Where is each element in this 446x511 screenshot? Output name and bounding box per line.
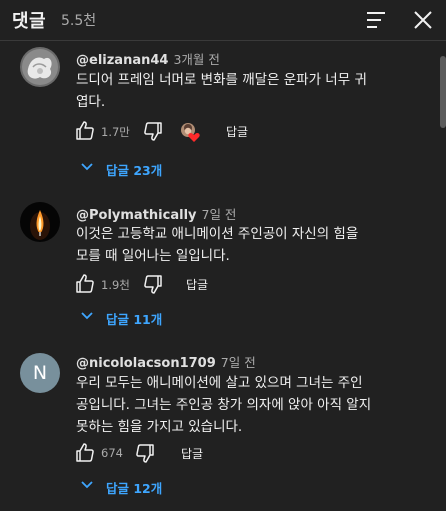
comment-actions: 1.7만 답글 [74, 120, 374, 144]
author-line: @elizanan44 3개월 전 [76, 49, 220, 68]
author-name[interactable]: @Polymathically [76, 208, 197, 223]
comment-actions: 674 답글 [74, 442, 374, 466]
view-replies-button[interactable]: 답글 12개 [80, 476, 190, 496]
view-replies-button[interactable]: 답글 11개 [80, 307, 190, 327]
author-name[interactable]: @elizanan44 [76, 53, 168, 68]
avatar[interactable] [20, 202, 60, 242]
close-icon [414, 11, 432, 29]
avatar-letter: N [32, 362, 48, 384]
reply-button[interactable]: 답글 [181, 445, 203, 462]
avatar[interactable] [20, 47, 60, 87]
comments-header: 댓글 5.5천 [0, 0, 446, 40]
like-button[interactable] [74, 273, 96, 295]
comment-time[interactable]: 7일 전 [202, 207, 237, 222]
chevron-down-icon [81, 481, 93, 489]
like-count: 1.7만 [101, 125, 130, 139]
comment-time[interactable]: 3개월 전 [173, 52, 219, 67]
thumb-down-icon [144, 275, 162, 294]
creator-heart [178, 121, 202, 143]
comment-time[interactable]: 7일 전 [221, 355, 256, 370]
thumb-down-icon [136, 444, 154, 463]
comment-text: 우리 모두는 애니메이션에 살고 있으며 그녀는 주인 공입니다. 그녀는 주인… [76, 375, 372, 435]
like-count: 1.9천 [101, 278, 130, 292]
header-divider [0, 40, 446, 41]
author-line: @nicololacson1709 7일 전 [76, 352, 256, 371]
thumb-down-icon [144, 122, 162, 141]
comment-text: 드디어 프레임 너머로 변화를 깨달은 운파가 너무 귀 엽다. [76, 72, 367, 110]
comment-text: 이것은 고등학교 애니메이션 주인공이 자신의 힘을 모를 때 일어나는 일입니… [76, 226, 359, 264]
panel-title: 댓글 [12, 11, 47, 32]
like-count: 674 [101, 446, 123, 460]
dislike-button[interactable] [142, 120, 164, 142]
comment-actions: 1.9천 답글 [74, 273, 374, 297]
author-line: @Polymathically 7일 전 [76, 204, 236, 223]
comment-count: 5.5천 [61, 13, 97, 29]
chevron-down-icon [81, 163, 93, 171]
like-button[interactable] [74, 120, 96, 142]
view-replies-button[interactable]: 답글 23개 [80, 158, 190, 178]
avatar[interactable]: N [20, 353, 60, 393]
replies-label: 답글 11개 [106, 312, 163, 327]
thumb-up-icon [76, 274, 94, 293]
dislike-button[interactable] [134, 442, 156, 464]
reply-button[interactable]: 답글 [186, 276, 208, 293]
like-button[interactable] [74, 442, 96, 464]
dislike-button[interactable] [142, 273, 164, 295]
thumb-up-icon [76, 121, 94, 140]
reply-button[interactable]: 답글 [226, 123, 248, 140]
author-name[interactable]: @nicololacson1709 [76, 356, 216, 371]
replies-label: 답글 12개 [106, 481, 163, 496]
chevron-down-icon [81, 312, 93, 320]
sort-button[interactable] [362, 8, 390, 32]
close-button[interactable] [410, 8, 436, 32]
scrollbar-thumb[interactable] [440, 56, 446, 128]
sort-icon [367, 12, 385, 28]
replies-label: 답글 23개 [106, 163, 163, 178]
creator-heart-icon [181, 123, 200, 142]
thumb-up-icon [76, 443, 94, 462]
